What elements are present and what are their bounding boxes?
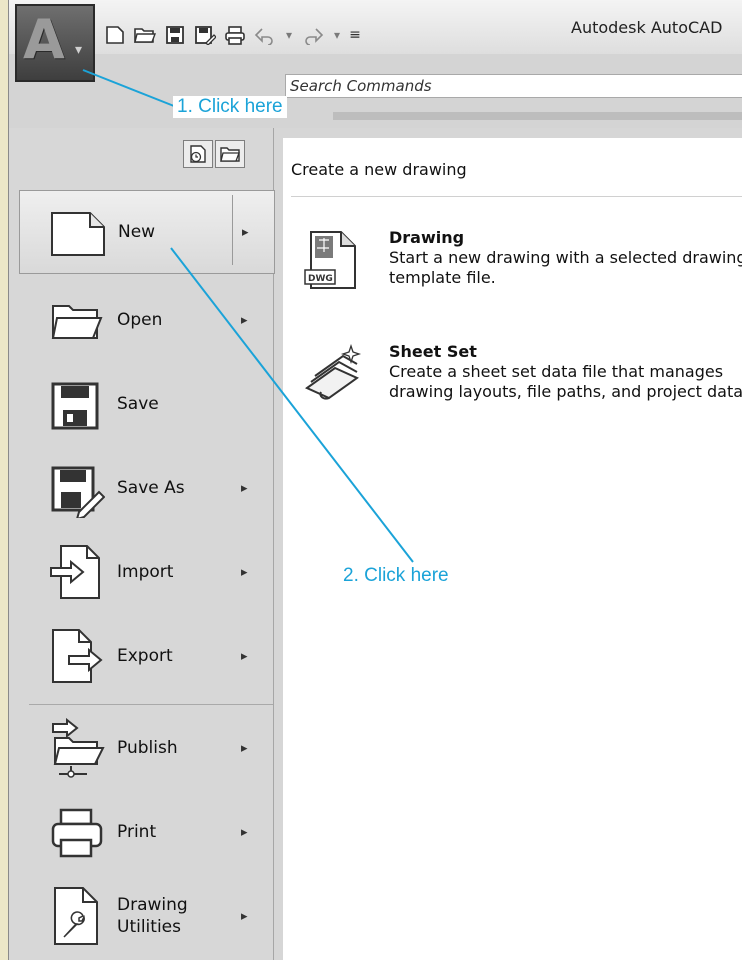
option-description: Start a new drawing with a selected draw… (389, 248, 742, 287)
recent-open-toggle (183, 140, 245, 168)
menu-item-label: Export (117, 646, 173, 666)
submenu-arrow-icon: ▸ (241, 824, 248, 840)
option-title: Drawing (389, 228, 465, 247)
callout-step1: 1. Click here (173, 96, 287, 118)
split-divider (232, 195, 233, 265)
menu-divider (29, 704, 273, 705)
svg-text:DWG: DWG (308, 274, 333, 284)
submenu-arrow-icon: ▸ (241, 312, 248, 328)
panel-divider (291, 196, 742, 197)
customize-toolbar-icon[interactable]: ≡ (347, 23, 363, 47)
option-drawing[interactable]: DWG Drawing Start a new drawing with a s… (303, 228, 742, 298)
menu-item-new[interactable]: New ▸ (19, 190, 275, 274)
open-folder-icon[interactable] (131, 23, 159, 47)
callout-step2: 2. Click here (339, 565, 453, 587)
menu-item-publish[interactable]: Publish ▸ (9, 708, 273, 788)
menu-item-label: Import (117, 562, 174, 582)
title-bar: ▾ ▾ ≡ Autodesk AutoCAD (9, 0, 742, 54)
wrench-document-icon (54, 887, 98, 945)
submenu-arrow-icon: ▸ (241, 908, 248, 924)
application-menu: New ▸ Open ▸ Save Save As ▸ Import ▸ Exp… (9, 128, 275, 960)
menu-item-save-as[interactable]: Save As ▸ (9, 448, 273, 528)
dwg-file-icon: DWG (304, 231, 356, 289)
window-title: Autodesk AutoCAD (571, 18, 723, 37)
import-icon (50, 545, 100, 599)
publish-icon (52, 718, 105, 778)
menu-item-save[interactable]: Save (9, 364, 273, 444)
menu-item-drawing-utilities[interactable]: Drawing Utilities ▸ (9, 876, 273, 956)
menu-item-label: Publish (117, 738, 178, 758)
autocad-logo-icon: A (23, 8, 65, 71)
menu-item-label: New (118, 222, 156, 242)
search-row: Search Commands (9, 54, 742, 128)
option-description: Create a sheet set data file that manage… (389, 362, 742, 401)
menu-item-export[interactable]: Export ▸ (9, 616, 273, 696)
recent-documents-icon[interactable] (183, 140, 213, 168)
save-as-icon (51, 466, 105, 518)
quick-access-toolbar: ▾ ▾ ≡ (101, 22, 491, 48)
printer-icon (51, 808, 103, 858)
search-commands-input[interactable]: Search Commands (285, 74, 742, 98)
submenu-arrow-icon: ▸ (241, 480, 248, 496)
menu-item-label: Save As (117, 478, 185, 498)
search-strip (333, 112, 742, 120)
redo-icon[interactable] (299, 23, 327, 47)
menu-item-label: Save (117, 394, 159, 414)
undo-icon[interactable] (251, 23, 279, 47)
autocad-window: ▾ ▾ ≡ Autodesk AutoCAD A ▾ Search Comman… (8, 0, 742, 960)
export-icon (52, 629, 103, 683)
submenu-arrow-icon: ▸ (241, 740, 248, 756)
open-documents-icon[interactable] (215, 140, 245, 168)
panel-heading: Create a new drawing (291, 160, 467, 179)
submenu-arrow-icon: ▸ (241, 648, 248, 664)
undo-dropdown-icon[interactable]: ▾ (281, 23, 297, 47)
menu-item-label: Open (117, 310, 163, 330)
new-file-icon[interactable] (101, 23, 129, 47)
plot-printer-icon[interactable] (221, 23, 249, 47)
save-as-icon[interactable] (191, 23, 219, 47)
option-title: Sheet Set (389, 342, 477, 361)
menu-item-import[interactable]: Import ▸ (9, 532, 273, 612)
submenu-arrow-icon: ▸ (241, 564, 248, 580)
submenu-panel: Create a new drawing DWG Drawing Start a… (283, 138, 742, 960)
save-disk-icon (51, 382, 99, 430)
menu-item-print[interactable]: Print ▸ (9, 792, 273, 872)
menu-item-open[interactable]: Open ▸ (9, 280, 273, 360)
save-icon[interactable] (161, 23, 189, 47)
open-folder-icon (51, 305, 103, 339)
new-document-icon (51, 212, 105, 256)
application-menu-button[interactable]: A ▾ (15, 4, 95, 82)
submenu-arrow-icon[interactable]: ▸ (242, 225, 249, 240)
option-sheet-set[interactable]: Sheet Set Create a sheet set data file t… (303, 342, 742, 432)
chevron-down-icon: ▾ (75, 42, 83, 58)
menu-item-label: Print (117, 822, 157, 842)
sheet-set-icon (305, 344, 362, 400)
menu-item-label: Drawing Utilities (117, 895, 188, 937)
redo-dropdown-icon[interactable]: ▾ (329, 23, 345, 47)
